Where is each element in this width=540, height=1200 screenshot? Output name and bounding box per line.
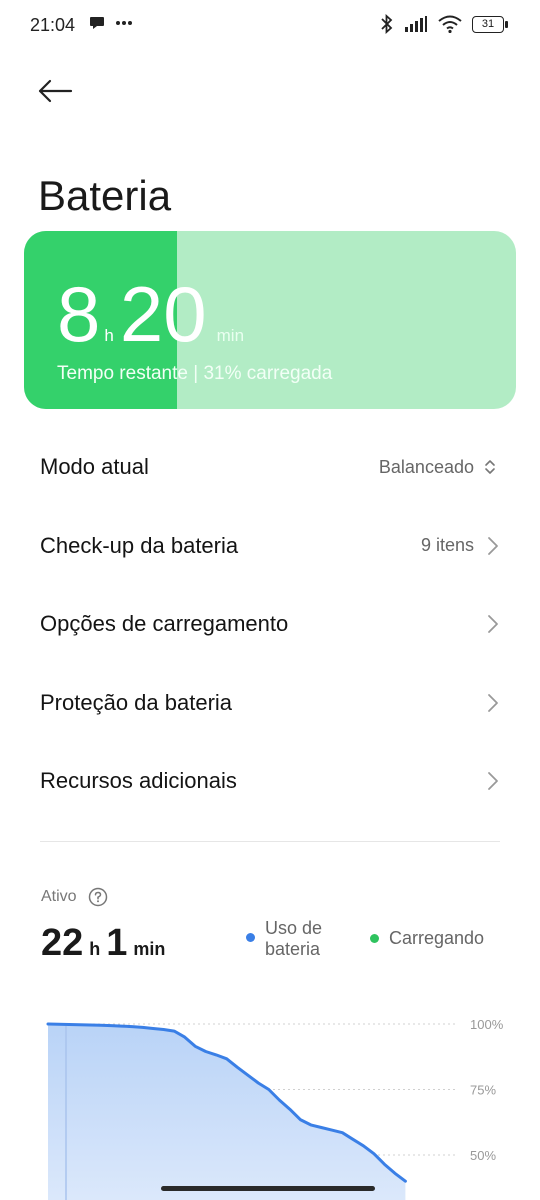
active-hours: 22 — [41, 922, 84, 964]
more-dots-icon — [116, 21, 132, 25]
page-title: Bateria — [38, 172, 172, 220]
status-icons-right: 31 — [380, 14, 508, 34]
y-tick-label: 100% — [470, 1017, 504, 1032]
status-icons-left — [88, 14, 134, 32]
y-tick-label: 50% — [470, 1148, 496, 1163]
setting-row-opcoes-carregamento[interactable]: Opções de carregamento — [0, 585, 540, 664]
minutes-unit: min — [216, 326, 245, 345]
status-time: 21:04 — [30, 15, 76, 35]
setting-row-recursos-adicionais[interactable]: Recursos adicionais — [0, 742, 540, 821]
cellular-signal-icon — [405, 16, 427, 32]
battery-level-chart: 100% 75% 50% — [46, 1017, 504, 1200]
back-button[interactable] — [34, 72, 74, 112]
hours-unit: h — [104, 326, 114, 345]
chevron-right-icon — [488, 772, 498, 791]
active-hours-unit: h — [89, 939, 101, 959]
help-icon[interactable] — [88, 887, 108, 907]
setting-label: Opções de carregamento — [40, 611, 289, 637]
chevron-right-icon — [488, 615, 498, 634]
home-indicator[interactable] — [161, 1186, 375, 1191]
arrow-left-icon — [38, 79, 73, 103]
section-divider — [40, 841, 500, 842]
wifi-icon — [438, 15, 462, 33]
remaining-hours: 8 — [57, 270, 101, 358]
chevron-right-icon — [488, 693, 498, 712]
battery-status-icon: 31 — [472, 15, 508, 33]
setting-label: Modo atual — [40, 454, 149, 480]
usage-area — [48, 1024, 406, 1200]
setting-label: Check-up da bateria — [40, 532, 239, 558]
setting-row-check-up[interactable]: Check-up da bateria 9 itens — [0, 507, 540, 586]
active-label: Ativo — [41, 888, 77, 905]
battery-summary-card: 8 h 20 min Tempo restante | 31% carregad… — [24, 231, 516, 409]
legend-dot-usage — [246, 933, 255, 942]
legend-dot-charging — [370, 934, 379, 943]
updown-icon — [485, 460, 495, 475]
remaining-minutes: 20 — [119, 270, 207, 358]
active-minutes: 1 — [106, 922, 128, 964]
remaining-time: 8 h 20 min — [57, 275, 244, 353]
setting-row-modo-atual[interactable]: Modo atual Balanceado — [0, 428, 540, 507]
y-tick-label: 75% — [470, 1083, 496, 1098]
chat-bubble-icon — [90, 17, 104, 29]
setting-label: Proteção da bateria — [40, 689, 233, 715]
legend-usage-label: Uso de bateria — [265, 918, 323, 959]
active-time: 22 h 1 min — [41, 922, 171, 965]
chevron-right-icon — [488, 536, 498, 555]
setting-label: Recursos adicionais — [40, 768, 237, 794]
legend-charging-label: Carregando — [389, 928, 485, 948]
bluetooth-icon — [381, 14, 393, 34]
legend-battery-usage: Uso de bateria — [246, 918, 345, 960]
legend-charging: Carregando — [370, 928, 484, 949]
settings-list: Modo atual Balanceado Check-up da bateri… — [0, 428, 540, 821]
setting-value: 9 itens — [420, 535, 474, 556]
active-minutes-unit: min — [133, 939, 166, 959]
status-bar: 21:04 31 — [0, 0, 540, 52]
setting-row-protecao-bateria[interactable]: Proteção da bateria — [0, 664, 540, 743]
setting-value: Balanceado — [378, 456, 474, 477]
remaining-subtitle: Tempo restante | 31% carregada — [57, 363, 333, 384]
